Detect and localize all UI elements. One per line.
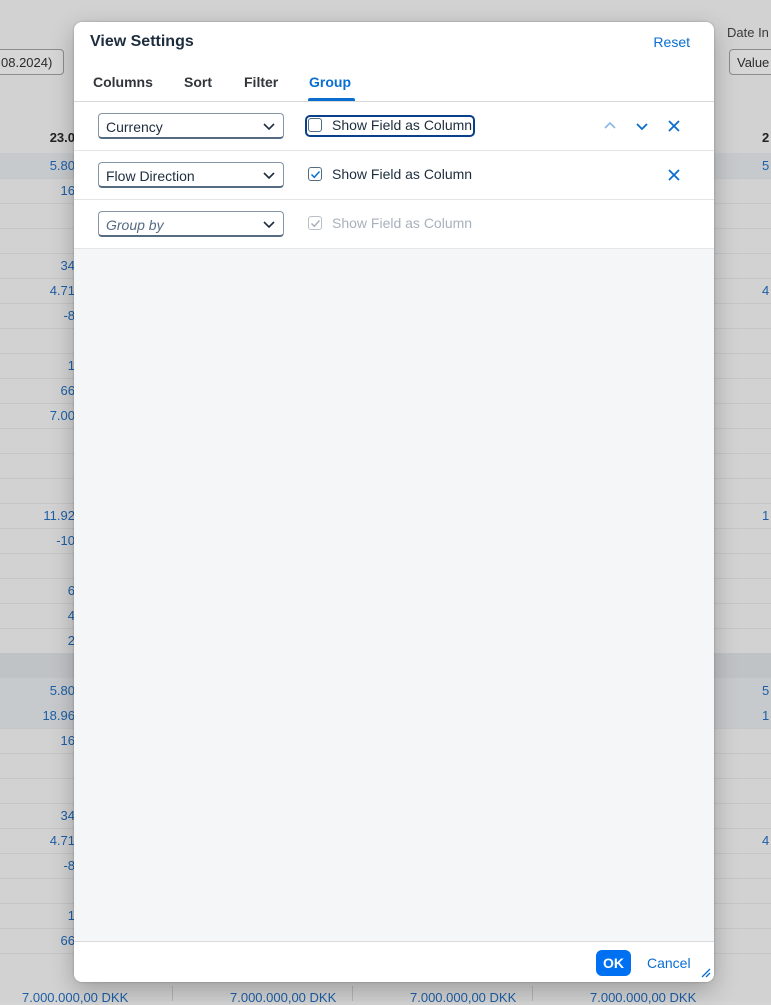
resize-handle-icon[interactable] xyxy=(701,968,711,978)
checkbox-label: Show Field as Column xyxy=(332,215,473,231)
bg-cell-left: -10 xyxy=(56,533,75,548)
select-value: Flow Direction xyxy=(106,168,195,184)
checkmark-icon xyxy=(310,170,321,179)
checkbox-box xyxy=(308,167,322,181)
checkbox-box xyxy=(308,118,322,132)
bg-cell-left: 16 xyxy=(60,183,75,198)
bg-cell-right: 1 xyxy=(762,708,770,723)
chevron-down-icon xyxy=(263,172,275,180)
dialog-header: View Settings Reset xyxy=(74,22,714,63)
dialog-title: View Settings xyxy=(90,33,194,50)
active-tab-indicator xyxy=(308,98,355,101)
bg-cell-right: 4 xyxy=(762,283,770,298)
bg-cell-right: 5 xyxy=(762,158,770,173)
bg-cell-left: 1 xyxy=(67,908,75,923)
bg-cell-left: 2 xyxy=(67,633,75,648)
bg-cell-left: 7.00 xyxy=(49,408,75,423)
bg-cell-left: 34 xyxy=(60,258,75,273)
checkmark-icon xyxy=(310,219,321,228)
checkbox-box xyxy=(308,216,322,230)
tab-filter[interactable]: Filter xyxy=(244,74,278,90)
cancel-button[interactable]: Cancel xyxy=(647,955,691,971)
group-row: Flow Direction Show Field as Column xyxy=(74,151,714,200)
tab-columns[interactable]: Columns xyxy=(93,74,153,90)
bg-total-cell: 7.000.000,00 DKK xyxy=(410,990,517,1005)
bg-cell-left: 66 xyxy=(60,383,75,398)
chevron-down-icon xyxy=(263,123,275,131)
bg-column-divider xyxy=(532,986,533,1001)
bg-cell-left: 18.96 xyxy=(42,708,75,723)
bg-cell-left: 11.92 xyxy=(43,508,75,523)
bg-column-divider xyxy=(352,986,353,1001)
bg-total-cell: 7.000.000,00 DKK xyxy=(230,990,337,1005)
remove-icon[interactable] xyxy=(664,116,684,136)
bg-total-cell: 7.000.000,00 DKK xyxy=(590,990,697,1005)
bg-cell-right: 5 xyxy=(762,683,770,698)
bg-value-input: Value xyxy=(729,49,771,75)
tab-bar: Columns Sort Filter Group xyxy=(74,62,714,102)
bg-cell-left: 66 xyxy=(60,933,75,948)
bg-cell-left: 5.80 xyxy=(49,683,75,698)
bg-cell-left: 34 xyxy=(60,808,75,823)
group-by-select[interactable]: Group by xyxy=(98,211,284,237)
bg-column-header-left: 23.0 xyxy=(49,130,75,145)
bg-cell-left: 5.80 xyxy=(49,158,75,173)
chevron-down-icon xyxy=(263,221,275,229)
bg-cell-left: 6 xyxy=(67,583,75,598)
remove-icon[interactable] xyxy=(664,165,684,185)
bg-column-divider xyxy=(172,986,173,1001)
bg-cell-right: 1 xyxy=(762,508,770,523)
view-settings-dialog: View Settings Reset Columns Sort Filter … xyxy=(74,22,714,982)
bg-cell-left: 1 xyxy=(67,358,75,373)
group-field-select[interactable]: Flow Direction xyxy=(98,162,284,188)
dialog-footer: OK Cancel xyxy=(74,941,714,982)
group-row: Currency Show Field as Column xyxy=(74,102,714,151)
tab-sort[interactable]: Sort xyxy=(184,74,212,90)
tab-group[interactable]: Group xyxy=(309,74,351,90)
group-field-select[interactable]: Currency xyxy=(98,113,284,139)
bg-totals-row: 7.000.000,00 DKK 7.000.000,00 DKK 7.000.00… xyxy=(0,986,771,1005)
bg-cell-left: -8 xyxy=(63,308,75,323)
bg-cell-left: 16 xyxy=(60,733,75,748)
bg-cell-left: 4.71 xyxy=(49,833,75,848)
bg-total-cell: 7.000.000,00 DKK xyxy=(22,990,129,1005)
bg-column-header-right: 2 xyxy=(762,130,770,145)
move-up-icon[interactable] xyxy=(600,116,620,136)
select-placeholder: Group by xyxy=(106,217,164,233)
bg-cell-left: -8 xyxy=(63,858,75,873)
bg-date-interval-label: Date In xyxy=(727,25,769,40)
bg-cell-left: 4.71 xyxy=(49,283,75,298)
bg-cell-right: 4 xyxy=(762,833,770,848)
group-row: Group by Show Field as Column xyxy=(74,200,714,249)
checkbox-label: Show Field as Column xyxy=(332,117,473,133)
bg-cell-left: 4 xyxy=(67,608,75,623)
move-down-icon[interactable] xyxy=(632,116,652,136)
reset-button[interactable]: Reset xyxy=(653,34,690,50)
checkbox-label: Show Field as Column xyxy=(332,166,473,182)
ok-button[interactable]: OK xyxy=(596,950,631,976)
bg-date-input: 08.2024) xyxy=(0,49,64,75)
select-value: Currency xyxy=(106,119,163,135)
